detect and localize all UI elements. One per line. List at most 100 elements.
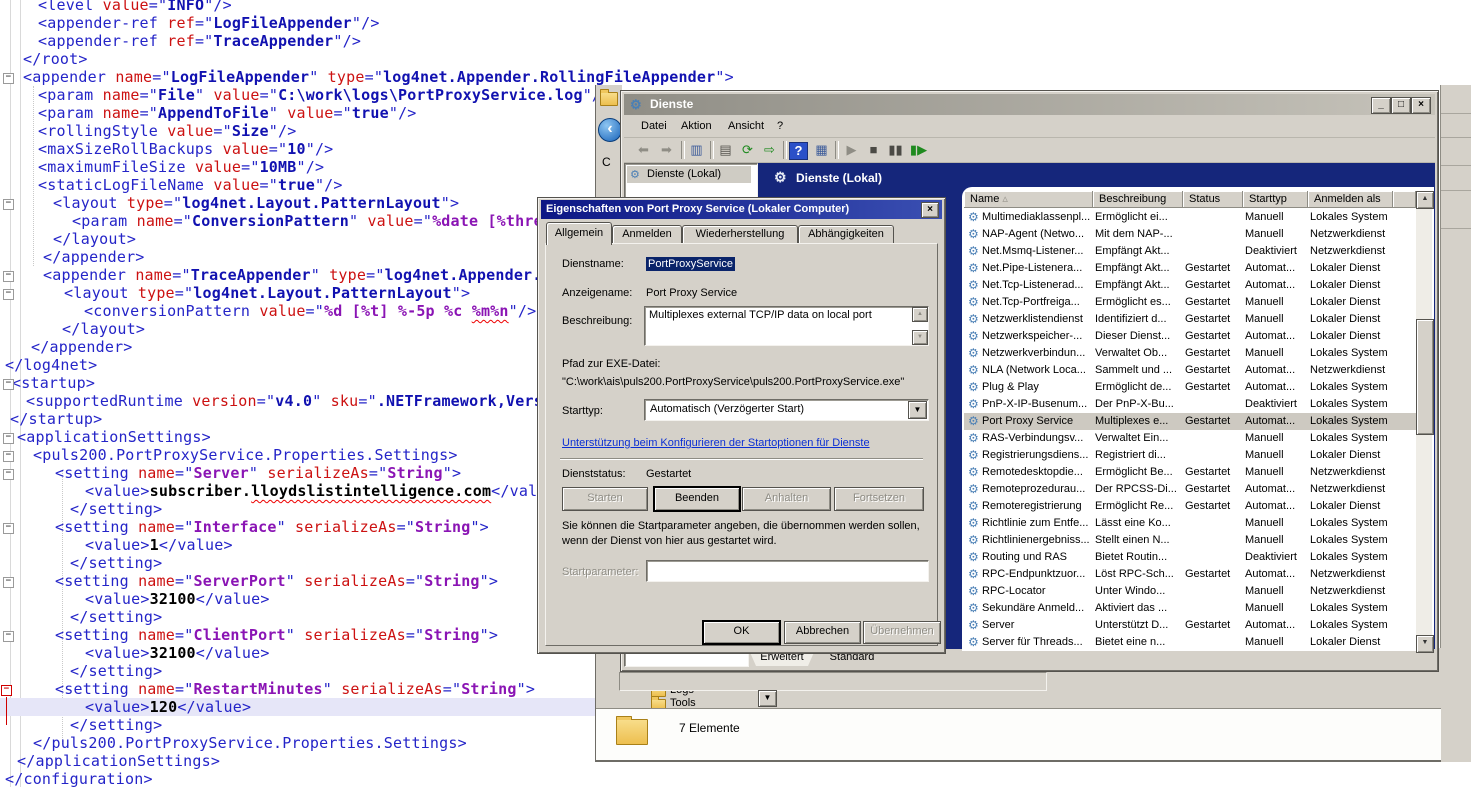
column-header-beschreibung[interactable]: Beschreibung xyxy=(1093,191,1183,208)
service-row[interactable]: ⚙Remotedesktopdie...Ermöglicht Be...Gest… xyxy=(964,464,1416,481)
menu-item-datei[interactable]: Datei xyxy=(636,118,672,134)
restart-service-icon[interactable]: ▮▶ xyxy=(909,141,928,159)
service-row[interactable]: ⚙Net.Tcp-Listenerad...Empfängt Akt...Ges… xyxy=(964,277,1416,294)
close-button[interactable]: × xyxy=(1411,97,1431,114)
starttyp-combobox[interactable]: Automatisch (Verzögerter Start) ▼ xyxy=(644,399,929,421)
back-icon[interactable]: ‹ xyxy=(598,118,622,142)
start-service-icon[interactable]: ▶ xyxy=(842,141,861,159)
service-row[interactable]: ⚙PnP-X-IP-Busenum...Der PnP-X-Bu...Deakt… xyxy=(964,396,1416,413)
service-row[interactable]: ⚙Port Proxy ServiceMultiplexes e...Gesta… xyxy=(964,413,1416,430)
service-row[interactable]: ⚙Remoteprozedurau...Der RPCSS-Di...Gesta… xyxy=(964,481,1416,498)
service-gear-icon: ⚙ xyxy=(968,277,979,293)
service-row[interactable]: ⚙Netzwerkspeicher-...Dieser Dienst...Ges… xyxy=(964,328,1416,345)
close-icon[interactable]: × xyxy=(921,202,939,218)
column-header-name[interactable]: Name ▵ xyxy=(964,191,1093,208)
service-row[interactable]: ⚙Routing und RASBietet Routin...Deaktivi… xyxy=(964,549,1416,566)
service-row[interactable]: ⚙ServerUnterstützt D...GestartetAutomat.… xyxy=(964,617,1416,634)
service-row[interactable]: ⚙Net.Pipe-Listenera...Empfängt Akt...Ges… xyxy=(964,260,1416,277)
services-title-bar[interactable]: ⚙ Dienste _ □ × xyxy=(624,94,1435,115)
service-row[interactable]: ⚙RemoteregistrierungErmöglicht Re...Gest… xyxy=(964,498,1416,515)
fold-marker-icon[interactable]: − xyxy=(3,73,14,84)
back-icon[interactable]: ⬅ xyxy=(634,141,653,159)
column-header-anmelden-als[interactable]: Anmelden als xyxy=(1308,191,1393,208)
service-row[interactable]: ⚙Richtlinie zum Entfe...Lässt eine Ko...… xyxy=(964,515,1416,532)
maximize-button[interactable]: □ xyxy=(1391,97,1411,114)
pause-service-icon[interactable]: ▮▮ xyxy=(886,141,905,159)
dropdown-button[interactable]: ▼ xyxy=(758,690,777,707)
ok-button[interactable]: OK xyxy=(703,621,780,644)
menu-item-help[interactable]: ? xyxy=(772,118,788,134)
menu-item-aktion[interactable]: Aktion xyxy=(676,118,717,134)
tab-anmelden[interactable]: Anmelden xyxy=(612,225,682,244)
fold-marker-icon[interactable]: − xyxy=(3,433,14,444)
tree-item-dienste-lokal[interactable]: ⚙ Dienste (Lokal) xyxy=(627,166,751,183)
service-status xyxy=(1185,583,1243,600)
changed-region-fold-icon[interactable]: − xyxy=(1,685,12,696)
startparameter-input[interactable] xyxy=(646,560,929,582)
service-row[interactable]: ⚙NAP-Agent (Netwo...Mit dem NAP-...Manue… xyxy=(964,226,1416,243)
tab-abhängigkeiten[interactable]: Abhängigkeiten xyxy=(798,225,894,244)
forward-icon[interactable]: ➡ xyxy=(657,141,676,159)
service-row[interactable]: ⚙Server für Threads...Bietet eine n...Ma… xyxy=(964,634,1416,651)
fold-marker-icon[interactable]: − xyxy=(3,199,14,210)
refresh-icon[interactable]: ⟳ xyxy=(738,141,757,159)
dialog-title-bar[interactable]: Eigenschaften von Port Proxy Service (Lo… xyxy=(541,200,942,219)
help-icon[interactable]: ? xyxy=(789,142,808,160)
extended-view-icon[interactable]: ▦ xyxy=(812,141,831,159)
fold-marker-icon[interactable]: − xyxy=(3,577,14,588)
fortsetzen-button[interactable]: Fortsetzen xyxy=(834,487,924,511)
stop-service-icon[interactable]: ■ xyxy=(864,141,883,159)
starten-button[interactable]: Starten xyxy=(562,487,648,511)
fold-marker-icon[interactable]: − xyxy=(3,379,14,390)
scroll-down-icon[interactable]: ▼ xyxy=(912,330,928,345)
service-row[interactable]: ⚙Multimediaklassenpl...Ermöglicht ei...M… xyxy=(964,209,1416,226)
service-logon: Lokales System xyxy=(1310,549,1410,566)
uebernehmen-button[interactable]: Übernehmen xyxy=(863,621,941,644)
service-row[interactable]: ⚙RPC-LocatorUnter Windo...ManuellNetzwer… xyxy=(964,583,1416,600)
service-row[interactable]: ⚙NLA (Network Loca...Sammelt und ...Gest… xyxy=(964,362,1416,379)
service-description: Unter Windo... xyxy=(1095,583,1183,600)
export-list-icon[interactable]: ▤ xyxy=(716,141,735,159)
service-status: Gestartet xyxy=(1185,260,1243,277)
fold-marker-icon[interactable]: − xyxy=(3,271,14,282)
scrollbar-thumb[interactable] xyxy=(1416,319,1434,435)
export-icon[interactable]: ⇨ xyxy=(760,141,779,159)
tab-wiederherstellung[interactable]: Wiederherstellung xyxy=(682,225,798,244)
service-gear-icon: ⚙ xyxy=(968,566,979,582)
service-row[interactable]: ⚙NetzwerklistendienstIdentifiziert d...G… xyxy=(964,311,1416,328)
column-header-status[interactable]: Status xyxy=(1183,191,1243,208)
scroll-down-icon[interactable]: ▼ xyxy=(1416,635,1434,653)
service-row[interactable]: ⚙RAS-Verbindungsv...Verwaltet Ein...Manu… xyxy=(964,430,1416,447)
fold-marker-icon[interactable]: − xyxy=(3,523,14,534)
scroll-up-icon[interactable]: ▲ xyxy=(1416,191,1434,209)
service-row[interactable]: ⚙Sekundäre Anmeld...Aktiviert das ...Man… xyxy=(964,600,1416,617)
startoptions-help-link[interactable]: Unterstützung beim Konfigurieren der Sta… xyxy=(562,437,870,449)
dienstname-value[interactable]: PortProxyService xyxy=(646,257,735,271)
fold-marker-icon[interactable]: − xyxy=(3,631,14,642)
service-row[interactable]: ⚙Registrierungsdiens...Registriert di...… xyxy=(964,447,1416,464)
service-row[interactable]: ⚙Richtlinienergebniss...Stellt einen N..… xyxy=(964,532,1416,549)
tab-allgemein[interactable]: Allgemein xyxy=(546,222,612,245)
column-header-starttyp[interactable]: Starttyp xyxy=(1243,191,1308,208)
beschreibung-textbox[interactable]: Multiplexes external TCP/IP data on loca… xyxy=(644,306,929,346)
show-tree-icon[interactable]: ▥ xyxy=(687,141,706,159)
minimize-button[interactable]: _ xyxy=(1371,97,1391,114)
fold-marker-icon[interactable]: − xyxy=(3,451,14,462)
service-row[interactable]: ⚙RPC-Endpunktzuor...Löst RPC-Sch...Gesta… xyxy=(964,566,1416,583)
beenden-button[interactable]: Beenden xyxy=(654,487,740,511)
combo-dropdown-icon[interactable]: ▼ xyxy=(908,401,927,419)
service-row[interactable]: ⚙Plug & PlayErmöglicht de...GestartetAut… xyxy=(964,379,1416,396)
service-row[interactable]: ⚙Netzwerkverbindun...Verwaltet Ob...Gest… xyxy=(964,345,1416,362)
fold-marker-icon[interactable]: − xyxy=(3,289,14,300)
service-row[interactable]: ⚙Net.Tcp-Portfreiga...Ermöglicht es...Ge… xyxy=(964,294,1416,311)
abbrechen-button[interactable]: Abbrechen xyxy=(784,621,861,644)
service-gear-icon: ⚙ xyxy=(968,447,979,463)
service-row[interactable]: ⚙Net.Msmq-Listener...Empfängt Akt...Deak… xyxy=(964,243,1416,260)
scroll-up-icon[interactable]: ▲ xyxy=(912,307,928,322)
anhalten-button[interactable]: Anhalten xyxy=(742,487,831,511)
service-description: Unterstützt D... xyxy=(1095,617,1183,634)
fold-marker-icon[interactable]: − xyxy=(3,469,14,480)
menu-item-ansicht[interactable]: Ansicht xyxy=(723,118,769,134)
vertical-scrollbar[interactable]: ▲ ▼ xyxy=(1416,191,1432,651)
service-gear-icon: ⚙ xyxy=(968,328,979,344)
